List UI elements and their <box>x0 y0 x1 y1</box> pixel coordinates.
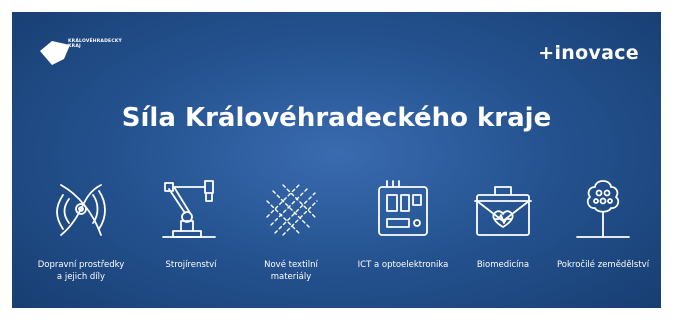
sector-label: Strojírenství <box>165 260 217 270</box>
sector-textile: Nové textilní materiály <box>236 177 346 283</box>
propeller-icon <box>56 184 106 236</box>
region-logo-text: KRÁLOVÉHRADECKÝ KRAJ <box>68 39 122 49</box>
sector-label: Dopravní prostředky a jejich díly <box>37 260 125 282</box>
sector-label: Pokročilé zemědělství <box>556 260 650 270</box>
sector-agriculture: Pokročilé zemědělství <box>548 177 658 271</box>
circuit-board-icon <box>378 180 428 236</box>
tree-icon <box>576 180 630 238</box>
sector-label: Biomedicína <box>476 260 530 270</box>
banner: KRÁLOVÉHRADECKÝ KRAJ +inovace Síla Králo… <box>12 12 661 308</box>
brand-wordmark: +inovace <box>538 42 639 64</box>
robotic-arm-icon <box>162 180 216 238</box>
page-title: Síla Královéhradeckého kraje <box>121 103 552 133</box>
medical-case-icon <box>474 186 532 236</box>
sector-label: Nové textilní materiály <box>264 260 318 282</box>
sector-transport: Dopravní prostředky a jejich díly <box>26 177 136 283</box>
textile-mesh-icon <box>266 184 318 236</box>
sector-biomedicine: Biomedicína <box>448 177 558 271</box>
sector-engineering: Strojírenství <box>136 177 246 271</box>
sector-ict: ICT a optoelektronika <box>348 177 458 271</box>
region-logo: KRÁLOVÉHRADECKÝ KRAJ <box>38 37 128 77</box>
region-logo-icon <box>40 41 70 65</box>
sector-label: ICT a optoelektronika <box>357 260 449 270</box>
